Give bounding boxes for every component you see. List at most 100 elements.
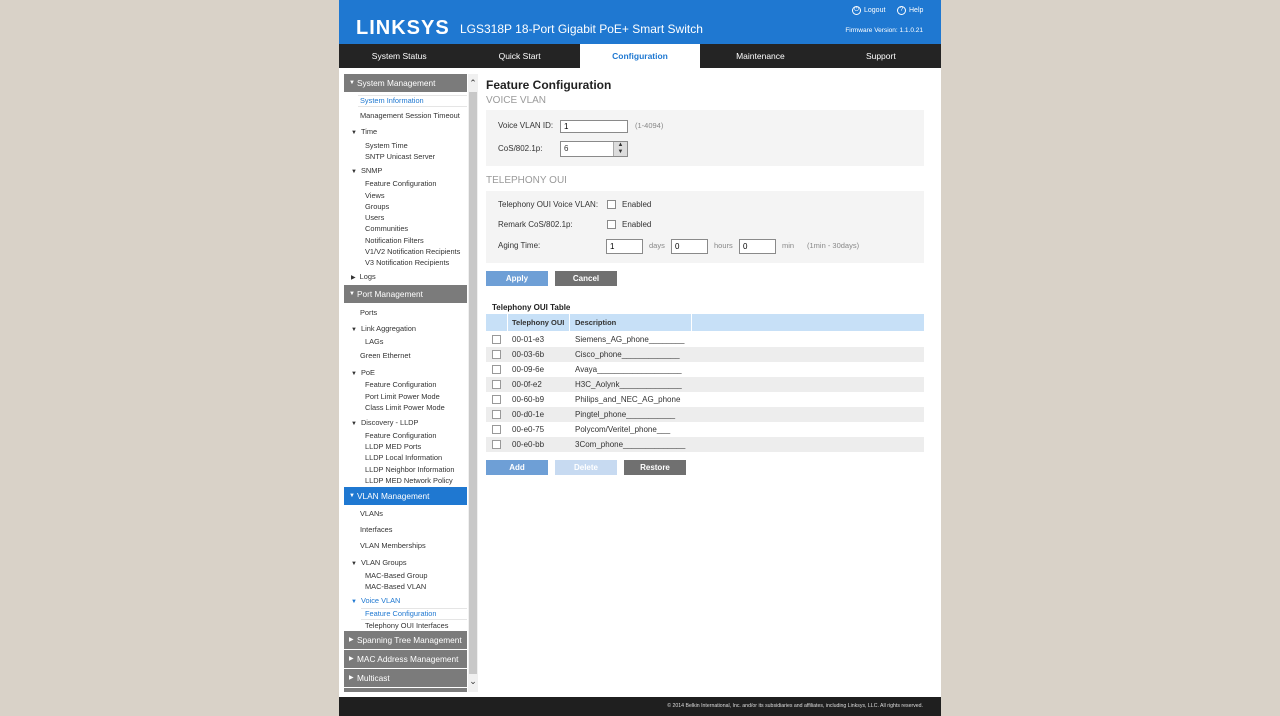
row-checkbox[interactable]: [492, 350, 501, 359]
row-checkbox[interactable]: [492, 365, 501, 374]
aging-hours-input[interactable]: [671, 239, 708, 254]
sidebar-item-notification-filters[interactable]: Notification Filters: [365, 236, 424, 245]
aging-min-input[interactable]: [739, 239, 776, 254]
sidebar-section-port-management[interactable]: ▼ Port Management: [344, 285, 467, 303]
triangle-down-icon: ▼: [351, 561, 357, 567]
sidebar-item-mac-based-vlan[interactable]: MAC-Based VLAN: [365, 582, 426, 591]
sidebar-section-mac-address[interactable]: ▶ MAC Address Management: [344, 650, 467, 668]
sidebar-item-lldp-neighbor[interactable]: LLDP Neighbor Information: [365, 465, 454, 474]
aging-days-input[interactable]: [606, 239, 643, 254]
sidebar-group-link-aggregation[interactable]: ▼ Link Aggregation: [351, 324, 416, 333]
tel-voice-vlan-checkbox[interactable]: [607, 200, 616, 209]
help-link[interactable]: ? Help: [897, 6, 923, 15]
sidebar-scrollbar[interactable]: ⌃ ⌄: [468, 74, 478, 692]
sidebar-group-poe[interactable]: ▼ PoE: [351, 368, 375, 377]
tab-support[interactable]: Support: [821, 44, 941, 68]
voice-vlan-id-input[interactable]: [560, 120, 628, 133]
sidebar-item-views[interactable]: Views: [365, 191, 385, 200]
firmware-version: Firmware Version: 1.1.0.21: [845, 27, 923, 34]
tab-quick-start[interactable]: Quick Start: [459, 44, 579, 68]
sidebar-item-groups[interactable]: Groups: [365, 202, 389, 211]
sidebar-item-mac-based-group[interactable]: MAC-Based Group: [365, 571, 427, 580]
scrollbar-thumb[interactable]: [469, 92, 477, 674]
app-frame: LINKSYS LGS318P 18-Port Gigabit PoE+ Sma…: [339, 0, 941, 716]
sidebar-group-vlan-groups[interactable]: ▼ VLAN Groups: [351, 558, 407, 567]
telephony-oui-panel: Telephony OUI Voice VLAN: Enabled Remark…: [486, 191, 924, 263]
sidebar-section-spanning-tree[interactable]: ▶ Spanning Tree Management: [344, 631, 467, 649]
sidebar-item-ports[interactable]: Ports: [360, 308, 377, 317]
sidebar-section-label: System Management: [357, 78, 436, 88]
header-telephony-oui: Telephony OUI: [508, 314, 570, 331]
cell-description: Philips_and_NEC_AG_phone: [575, 395, 681, 404]
sidebar-item-communities[interactable]: Communities: [365, 224, 408, 233]
sidebar-item-voice-feature[interactable]: Feature Configuration: [365, 609, 437, 618]
sidebar-item-snmp-feature[interactable]: Feature Configuration: [365, 179, 437, 188]
sidebar-item-vlan-memberships[interactable]: VLAN Memberships: [360, 541, 426, 550]
logout-link[interactable]: ⏻ Logout: [852, 6, 885, 15]
sidebar-item-sntp[interactable]: SNTP Unicast Server: [365, 152, 435, 161]
footer: © 2014 Belkin International, Inc. and/or…: [339, 697, 941, 716]
sidebar-group-lldp[interactable]: ▼ Discovery - LLDP: [351, 418, 418, 427]
sidebar-item-lags[interactable]: LAGs: [365, 337, 383, 346]
voice-vlan-heading: VOICE VLAN: [486, 95, 547, 106]
cos-select[interactable]: 6 ▲ ▼: [560, 141, 628, 157]
power-icon: ⏻: [852, 6, 861, 15]
sidebar-item-mgmt-session-timeout[interactable]: Management Session Timeout: [360, 111, 460, 120]
sidebar-item-system-time[interactable]: System Time: [365, 141, 408, 150]
row-checkbox[interactable]: [492, 440, 501, 449]
sidebar-section-multicast[interactable]: ▶ Multicast: [344, 669, 467, 687]
sidebar-group-label: SNMP: [360, 166, 383, 175]
row-checkbox[interactable]: [492, 410, 501, 419]
sidebar-item-class-limit[interactable]: Class Limit Power Mode: [365, 403, 445, 412]
sidebar-section-system-management[interactable]: ▼ System Management: [344, 74, 467, 92]
sidebar-item-telephony-oui-interfaces[interactable]: Telephony OUI Interfaces: [365, 621, 448, 630]
chevron-down-icon[interactable]: ⌄: [468, 676, 478, 688]
sidebar-item-lldp-med-ports[interactable]: LLDP MED Ports: [365, 442, 421, 451]
cancel-button[interactable]: Cancel: [555, 271, 617, 286]
sidebar-section-vlan-management[interactable]: ▼ VLAN Management: [344, 487, 467, 505]
copyright-text: © 2014 Belkin International, Inc. and/or…: [667, 703, 923, 709]
row-checkbox[interactable]: [492, 395, 501, 404]
sidebar-item-system-information[interactable]: System Information: [360, 96, 424, 105]
voice-vlan-id-hint: (1-4094): [635, 121, 664, 130]
sidebar-group-label: Logs: [359, 272, 376, 281]
sidebar-item-vlans[interactable]: VLANs: [360, 509, 383, 518]
delete-button[interactable]: Delete: [555, 460, 617, 475]
triangle-down-icon: ▼: [351, 371, 357, 377]
row-checkbox[interactable]: [492, 380, 501, 389]
row-checkbox[interactable]: [492, 425, 501, 434]
restore-button[interactable]: Restore: [624, 460, 686, 475]
sidebar-item-lldp-feature[interactable]: Feature Configuration: [365, 431, 437, 440]
sidebar-item-users[interactable]: Users: [365, 213, 384, 222]
sidebar-group-time[interactable]: ▼ Time: [351, 127, 377, 136]
cell-telephony-oui: 00-d0-1e: [512, 410, 545, 419]
sidebar-item-port-limit[interactable]: Port Limit Power Mode: [365, 392, 440, 401]
sidebar-item-lldp-local[interactable]: LLDP Local Information: [365, 453, 442, 462]
sidebar-group-voice-vlan[interactable]: ▼ Voice VLAN: [351, 596, 400, 605]
table-row: 00-03-6b Cisco_phone_____________: [486, 347, 924, 362]
row-checkbox[interactable]: [492, 335, 501, 344]
triangle-down-icon: ▼: [351, 327, 357, 333]
sidebar-item-v1v2-recipients[interactable]: V1/V2 Notification Recipients: [365, 247, 460, 256]
sidebar-group-logs[interactable]: ▶ Logs: [351, 272, 376, 281]
sidebar-section-label: Multicast: [357, 673, 390, 683]
sidebar-section-label: Spanning Tree Management: [357, 635, 462, 645]
cos-label: CoS/802.1p:: [498, 144, 543, 153]
sidebar-item-green-ethernet[interactable]: Green Ethernet: [360, 351, 411, 360]
tab-maintenance[interactable]: Maintenance: [700, 44, 820, 68]
sidebar-item-lldp-med-policy[interactable]: LLDP MED Network Policy: [365, 476, 453, 485]
sidebar-item-interfaces[interactable]: Interfaces: [360, 525, 392, 534]
chevron-up-icon[interactable]: ⌃: [468, 78, 478, 90]
sidebar-item-v3-recipients[interactable]: V3 Notification Recipients: [365, 258, 449, 267]
cell-telephony-oui: 00-09-6e: [512, 365, 545, 374]
remark-cos-enabled-label: Enabled: [622, 220, 652, 229]
tab-system-status[interactable]: System Status: [339, 44, 459, 68]
apply-button[interactable]: Apply: [486, 271, 548, 286]
sidebar-item-poe-feature[interactable]: Feature Configuration: [365, 380, 437, 389]
sidebar-group-snmp[interactable]: ▼ SNMP: [351, 166, 382, 175]
cos-value: 6: [564, 144, 569, 153]
add-button[interactable]: Add: [486, 460, 548, 475]
remark-cos-checkbox[interactable]: [607, 220, 616, 229]
spinner-icon[interactable]: ▲ ▼: [613, 142, 627, 156]
tab-configuration[interactable]: Configuration: [579, 44, 701, 68]
